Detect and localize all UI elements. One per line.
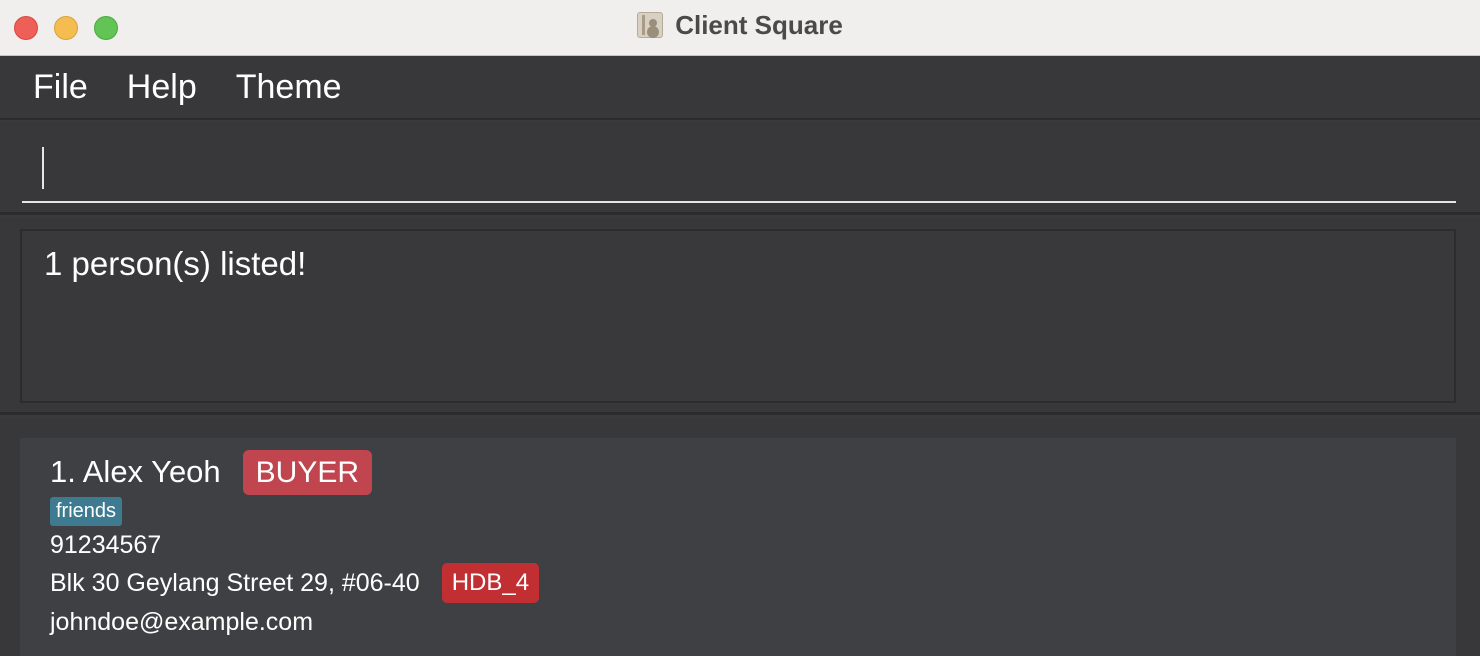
menu-theme[interactable]: Theme [236,70,342,104]
app-window: Client Square File Help Theme 1 person(s… [0,0,1480,656]
text-caret [42,147,44,189]
menu-help[interactable]: Help [127,70,197,104]
command-area [0,121,1480,215]
person-name-row: 1. Alex Yeoh BUYER [50,448,373,496]
person-phone: 91234567 [50,530,162,559]
window-title: Client Square [675,9,843,40]
role-badge: BUYER [242,449,373,495]
person-email: johndoe@example.com [50,607,314,636]
result-display[interactable]: 1 person(s) listed! [20,229,1456,403]
person-name: 1. Alex Yeoh [50,454,221,489]
result-area: 1 person(s) listed! [0,217,1480,415]
tag: friends [50,496,123,526]
menu-bar: File Help Theme [0,56,1480,120]
person-card[interactable]: 1. Alex Yeoh BUYER friends 91234567 Blk … [20,438,1456,656]
person-list: 1. Alex Yeoh BUYER friends 91234567 Blk … [0,418,1480,656]
title-bar: Client Square [0,0,1480,56]
address-row: Blk 30 Geylang Street 29, #06-40 HDB_4 [50,562,540,604]
command-input[interactable] [22,131,1456,203]
address-book-icon [637,12,664,38]
result-message: 1 person(s) listed! [44,245,307,282]
tags-row: friends [50,496,123,526]
window-title-wrap: Client Square [0,0,1480,50]
housing-type-badge: HDB_4 [441,562,540,604]
person-address: Blk 30 Geylang Street 29, #06-40 [50,568,420,597]
menu-file[interactable]: File [33,70,88,104]
